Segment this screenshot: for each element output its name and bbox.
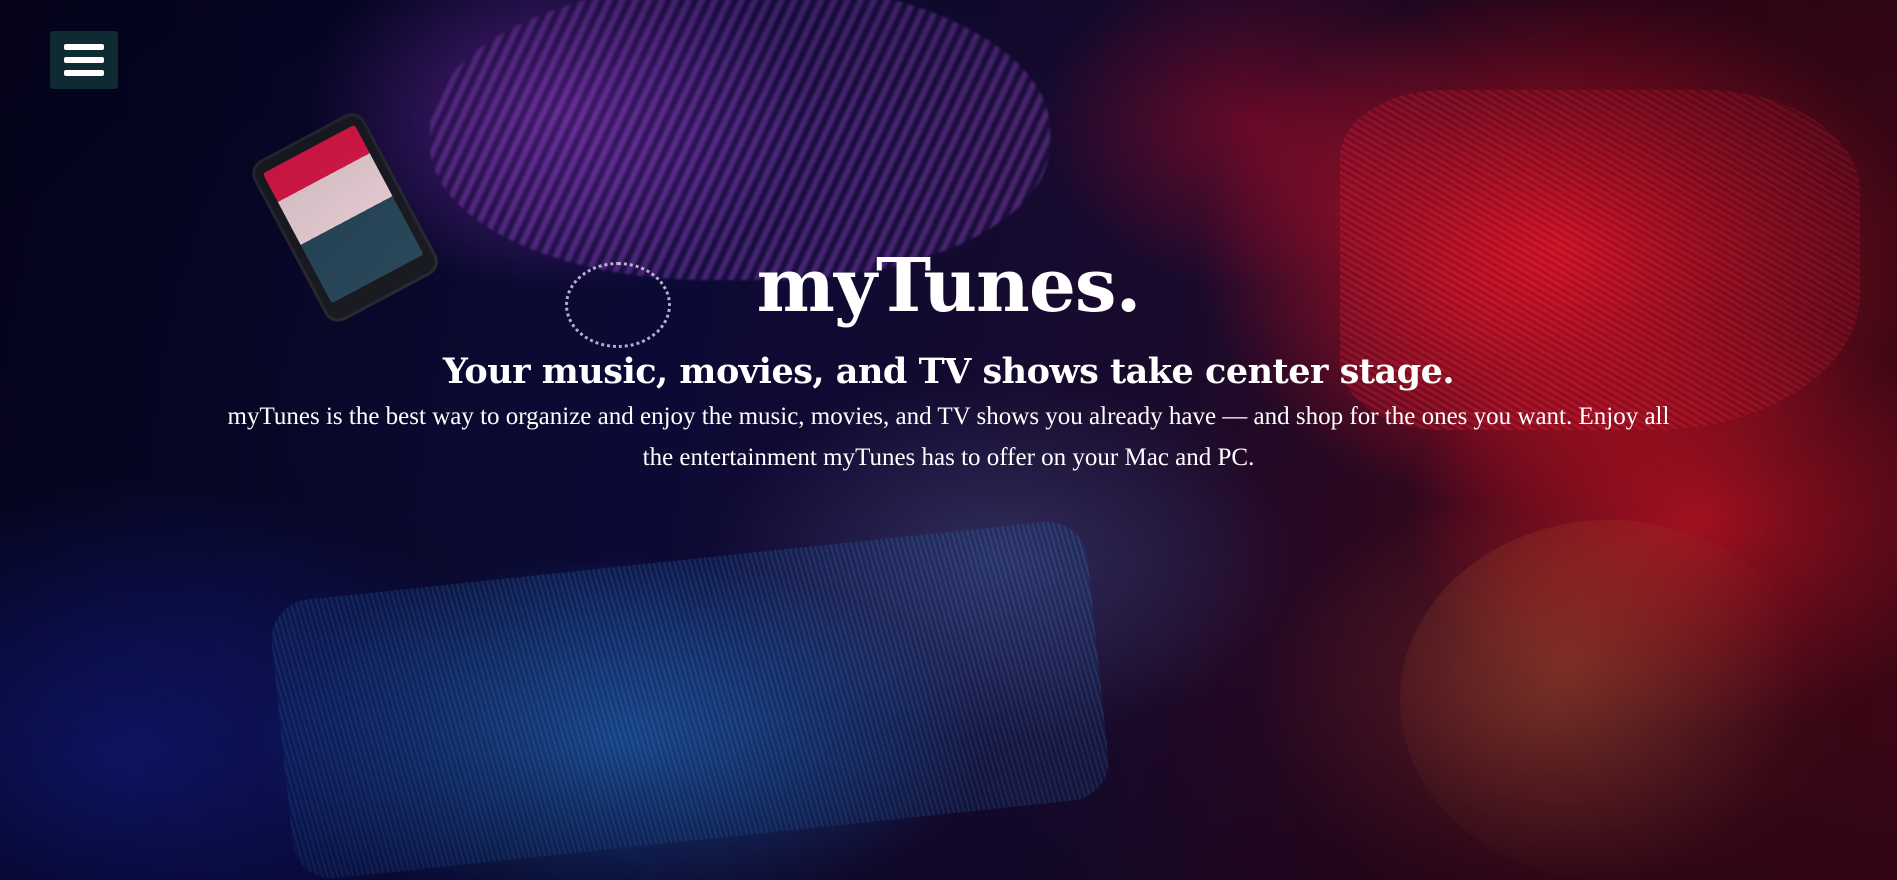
- hamburger-menu-icon: [64, 44, 104, 50]
- hamburger-menu-icon-bar: [64, 70, 104, 76]
- page-title: myTunes.: [756, 243, 1142, 329]
- hero-description: myTunes is the best way to organize and …: [227, 403, 1670, 471]
- hero-subtitle: Your music, movies, and TV shows take ce…: [442, 351, 1455, 392]
- hamburger-menu-button[interactable]: [50, 31, 118, 89]
- hamburger-menu-icon-bar: [64, 57, 104, 63]
- hero-section: myTunes. Your music, movies, and TV show…: [0, 0, 1897, 880]
- hero-content: myTunes. Your music, movies, and TV show…: [0, 236, 1897, 478]
